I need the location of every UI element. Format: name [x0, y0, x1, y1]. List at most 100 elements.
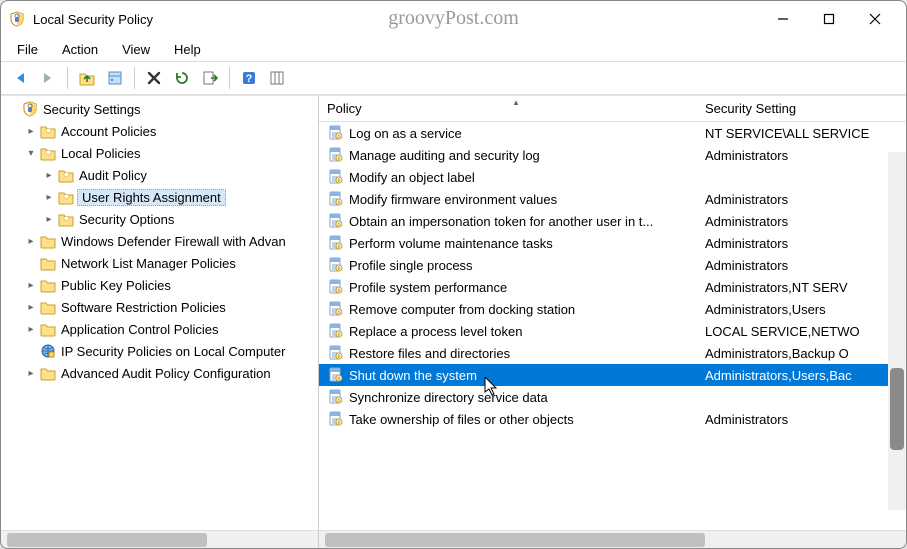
policy-icon — [327, 389, 345, 405]
policy-name: Shut down the system — [349, 368, 705, 383]
policy-icon — [327, 235, 345, 251]
expander-icon[interactable]: ▸ — [23, 324, 39, 335]
list-h-scrollbar[interactable] — [319, 530, 906, 548]
tree-item[interactable]: ▸ Audit Policy — [1, 164, 318, 186]
policy-row[interactable]: Take ownership of files or other objects… — [319, 408, 888, 430]
up-level-button[interactable] — [74, 65, 100, 91]
folder-icon — [39, 233, 57, 249]
expander-icon[interactable]: ▸ — [23, 126, 39, 137]
tree-item[interactable]: ▸ Application Control Policies — [1, 318, 318, 340]
menubar: File Action View Help — [1, 37, 906, 61]
policy-row[interactable]: Profile system performanceAdministrators… — [319, 276, 888, 298]
tree-item[interactable]: ▸Security Options — [1, 208, 318, 230]
policy-row[interactable]: Manage auditing and security logAdminist… — [319, 144, 888, 166]
tree-label: Account Policies — [59, 124, 158, 139]
policy-setting: Administrators,Backup O — [705, 346, 888, 361]
expander-icon[interactable]: ▸ — [23, 280, 39, 291]
tree-label: Security Settings — [41, 102, 143, 117]
policy-icon — [327, 411, 345, 427]
tree-h-scrollbar[interactable] — [1, 530, 318, 548]
policy-row[interactable]: Profile single processAdministrators — [319, 254, 888, 276]
tree-item[interactable]: ▸ Software Restriction Policies — [1, 296, 318, 318]
list-header: Policy Security Setting ▲ — [319, 96, 906, 122]
tree-item[interactable]: ▸ Account Policies — [1, 120, 318, 142]
policy-row[interactable]: Log on as a serviceNT SERVICE\ALL SERVIC… — [319, 122, 888, 144]
folder-icon — [39, 277, 57, 293]
export-list-button[interactable] — [197, 65, 223, 91]
expander-icon[interactable]: ▸ — [41, 192, 57, 203]
tree-label: IP Security Policies on Local Computer — [59, 344, 287, 359]
menu-help[interactable]: Help — [164, 40, 211, 59]
policy-icon — [327, 213, 345, 229]
expander-icon[interactable]: ▸ — [23, 302, 39, 313]
tree-label: Application Control Policies — [59, 322, 221, 337]
window-title: Local Security Policy — [33, 12, 760, 27]
tree-item[interactable]: IP Security Policies on Local Computer — [1, 340, 318, 362]
policy-row[interactable]: Restore files and directoriesAdministrat… — [319, 342, 888, 364]
ipsec-icon — [39, 343, 57, 359]
menu-view[interactable]: View — [112, 40, 160, 59]
tree-item[interactable]: ▸Advanced Audit Policy Configuration — [1, 362, 318, 384]
shield-icon — [21, 101, 39, 117]
policy-name: Profile single process — [349, 258, 705, 273]
list-v-scrollbar[interactable] — [888, 152, 906, 510]
policy-name: Modify an object label — [349, 170, 705, 185]
expander-icon[interactable]: ▸ — [41, 170, 57, 181]
folder-policy-icon — [39, 145, 57, 161]
policy-name: Synchronize directory service data — [349, 390, 705, 405]
close-button[interactable] — [852, 1, 898, 37]
policy-row[interactable]: Perform volume maintenance tasksAdminist… — [319, 232, 888, 254]
tree-label: Audit Policy — [77, 168, 149, 183]
policy-name: Restore files and directories — [349, 346, 705, 361]
app-icon — [9, 11, 25, 27]
tree-item[interactable]: ▸Public Key Policies — [1, 274, 318, 296]
columns-button[interactable] — [264, 65, 290, 91]
tree-label: User Rights Assignment — [77, 189, 226, 206]
expander-icon[interactable]: ▸ — [23, 368, 39, 379]
sort-indicator-icon: ▲ — [512, 98, 520, 107]
tree-label: Windows Defender Firewall with Advan — [59, 234, 288, 249]
forward-button[interactable] — [35, 65, 61, 91]
col-header-setting[interactable]: Security Setting — [705, 101, 906, 116]
toolbar-separator — [229, 67, 230, 89]
policy-name: Take ownership of files or other objects — [349, 412, 705, 427]
policy-setting: Administrators — [705, 258, 888, 273]
tree-item[interactable]: ▸ User Rights Assignment — [1, 186, 318, 208]
policy-name: Modify firmware environment values — [349, 192, 705, 207]
refresh-button[interactable] — [169, 65, 195, 91]
expander-icon[interactable]: ▾ — [23, 148, 39, 159]
maximize-button[interactable] — [806, 1, 852, 37]
policy-row[interactable]: Synchronize directory service data — [319, 386, 888, 408]
menu-action[interactable]: Action — [52, 40, 108, 59]
policy-row[interactable]: Obtain an impersonation token for anothe… — [319, 210, 888, 232]
tree-item[interactable]: Network List Manager Policies — [1, 252, 318, 274]
policy-setting: NT SERVICE\ALL SERVICE — [705, 126, 888, 141]
tree-label: Software Restriction Policies — [59, 300, 228, 315]
tree-root[interactable]: Security Settings — [1, 98, 318, 120]
minimize-button[interactable] — [760, 1, 806, 37]
policy-row[interactable]: Modify firmware environment valuesAdmini… — [319, 188, 888, 210]
expander-icon[interactable]: ▸ — [41, 214, 57, 225]
policy-setting: Administrators — [705, 236, 888, 251]
policy-row[interactable]: Replace a process level tokenLOCAL SERVI… — [319, 320, 888, 342]
menu-file[interactable]: File — [7, 40, 48, 59]
policy-setting: Administrators,NT SERV — [705, 280, 888, 295]
policy-setting: Administrators,Users — [705, 302, 888, 317]
folder-icon — [39, 255, 57, 271]
policy-row[interactable]: Shut down the systemAdministrators,Users… — [319, 364, 888, 386]
folder-policy-icon — [57, 167, 75, 183]
tree-pane: Security Settings▸Account Policies▾Local… — [1, 96, 319, 548]
titlebar: Local Security Policy — [1, 1, 906, 37]
tree-item[interactable]: ▾Local Policies — [1, 142, 318, 164]
properties-button[interactable] — [102, 65, 128, 91]
policy-icon — [327, 279, 345, 295]
tree-label: Network List Manager Policies — [59, 256, 238, 271]
delete-button[interactable] — [141, 65, 167, 91]
list-pane: Policy Security Setting ▲ Log on as a se… — [319, 96, 906, 548]
tree-item[interactable]: ▸ Windows Defender Firewall with Advan — [1, 230, 318, 252]
policy-row[interactable]: Modify an object label — [319, 166, 888, 188]
back-button[interactable] — [7, 65, 33, 91]
policy-row[interactable]: Remove computer from docking stationAdmi… — [319, 298, 888, 320]
help-button[interactable] — [236, 65, 262, 91]
expander-icon[interactable]: ▸ — [23, 236, 39, 247]
